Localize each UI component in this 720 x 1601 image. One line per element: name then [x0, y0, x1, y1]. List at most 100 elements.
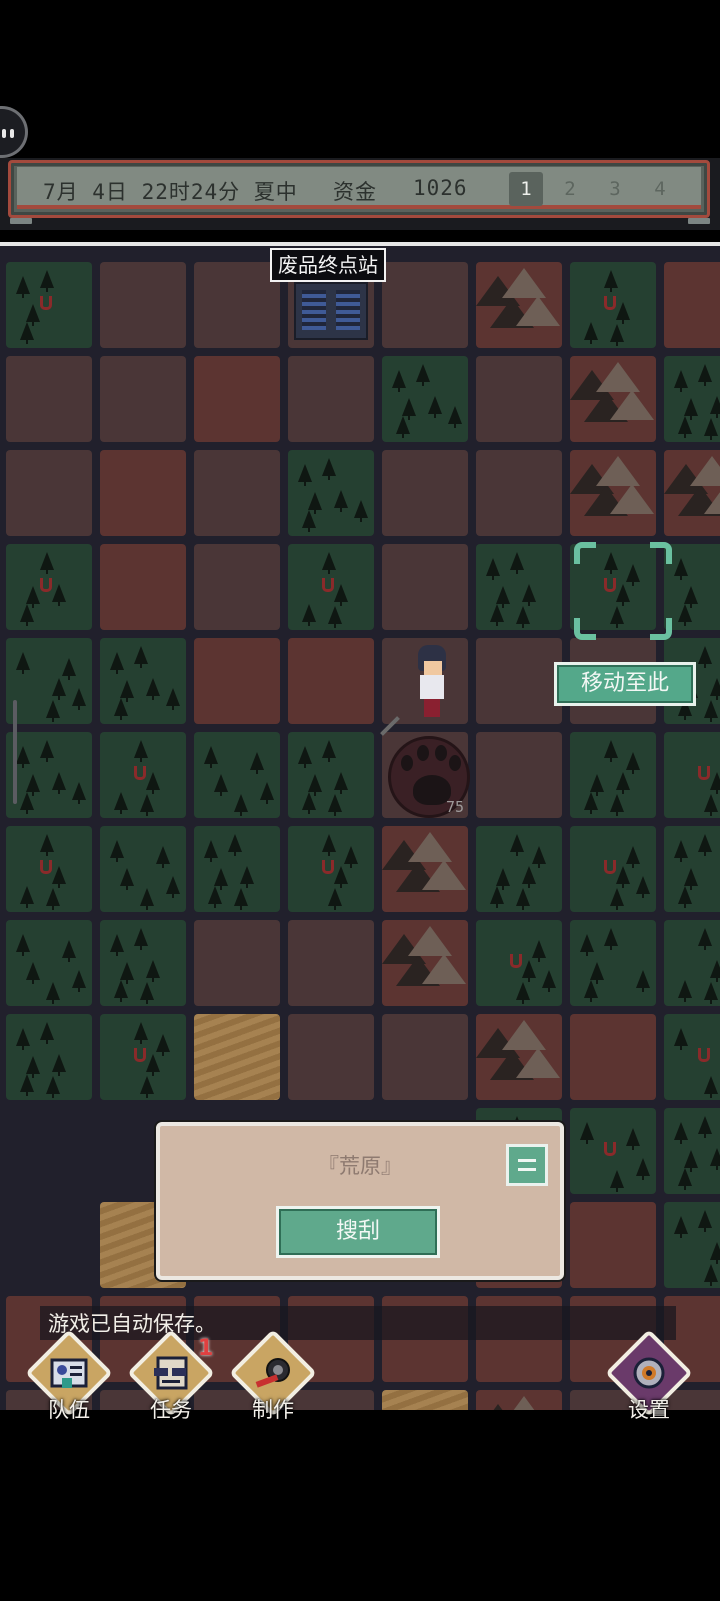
wrench-tire-icon: [255, 1358, 290, 1388]
map-tile[interactable]: [664, 356, 720, 442]
map-tile[interactable]: [570, 732, 656, 818]
map-tile[interactable]: [476, 920, 562, 1006]
map-tile[interactable]: [382, 1014, 468, 1100]
selection-bracket: [574, 618, 596, 640]
game-screen: 7月 4日 22时24分 夏中 资金 1026 1 2 3 4 废品终点站 75 移…: [0, 0, 720, 1601]
map-tile[interactable]: [194, 544, 280, 630]
map-tile[interactable]: [194, 262, 280, 348]
map-tile[interactable]: [100, 920, 186, 1006]
map-tile[interactable]: [194, 1014, 280, 1100]
map-tile[interactable]: [382, 450, 468, 536]
speed-4-button[interactable]: 4: [643, 172, 677, 206]
map-tile[interactable]: [288, 450, 374, 536]
map-tile[interactable]: [664, 262, 720, 348]
map-tile[interactable]: [6, 356, 92, 442]
selection-bracket: [574, 542, 596, 564]
map-tile[interactable]: [100, 356, 186, 442]
map-tile[interactable]: [194, 920, 280, 1006]
map-tile[interactable]: [664, 1202, 720, 1288]
map-tile[interactable]: [288, 356, 374, 442]
map-tile[interactable]: [100, 1014, 186, 1100]
map-tile[interactable]: [570, 920, 656, 1006]
junk-station-icon[interactable]: [294, 282, 368, 340]
selection-bracket: [650, 542, 672, 564]
map-tile[interactable]: [288, 544, 374, 630]
id-card-icon: [50, 1358, 88, 1388]
map-tile[interactable]: [288, 920, 374, 1006]
map-tile[interactable]: [664, 544, 720, 630]
map-tile[interactable]: [288, 638, 374, 724]
map-tile[interactable]: [570, 356, 656, 442]
map-tile[interactable]: [6, 1014, 92, 1100]
move-here-button[interactable]: 移动至此: [554, 662, 696, 706]
menu-icon[interactable]: [506, 1144, 548, 1186]
map-tile[interactable]: [6, 544, 92, 630]
map-tile[interactable]: [6, 262, 92, 348]
map-tile[interactable]: [570, 262, 656, 348]
map-tile[interactable]: [476, 638, 562, 724]
map-tile[interactable]: [664, 450, 720, 536]
speed-1-button[interactable]: 1: [509, 172, 543, 206]
map-tile[interactable]: [664, 920, 720, 1006]
map-tile[interactable]: [382, 262, 468, 348]
map-tile[interactable]: [288, 1014, 374, 1100]
gear-icon: [633, 1357, 665, 1389]
map-tile[interactable]: [288, 732, 374, 818]
map-tile[interactable]: [664, 1108, 720, 1194]
quest-notification-badge: 1: [198, 1336, 214, 1361]
map-tile[interactable]: [570, 450, 656, 536]
map-tile[interactable]: [476, 356, 562, 442]
map-tile[interactable]: [476, 1390, 562, 1410]
map-tile[interactable]: [664, 732, 720, 818]
scavenge-button[interactable]: 搜刮: [276, 1206, 440, 1258]
team-button[interactable]: 队伍: [20, 1329, 118, 1428]
map-tile[interactable]: [570, 1014, 656, 1100]
map-tile[interactable]: [382, 920, 468, 1006]
map-tile[interactable]: [194, 732, 280, 818]
map-tile[interactable]: [194, 356, 280, 442]
quest-board-icon: [154, 1356, 188, 1390]
map-tile[interactable]: [570, 1202, 656, 1288]
map-tile[interactable]: [100, 732, 186, 818]
map-tile[interactable]: [476, 262, 562, 348]
map-tile[interactable]: [382, 544, 468, 630]
map-tile[interactable]: [476, 826, 562, 912]
map-tile[interactable]: [476, 450, 562, 536]
map-tile[interactable]: [194, 638, 280, 724]
location-label: 废品终点站: [270, 248, 386, 282]
map-tile[interactable]: [476, 544, 562, 630]
speed-2-button[interactable]: 2: [553, 172, 587, 206]
settings-button[interactable]: 设置: [600, 1329, 698, 1428]
map-tile[interactable]: [194, 826, 280, 912]
map-tile[interactable]: [288, 826, 374, 912]
map-tile[interactable]: [194, 450, 280, 536]
map-tile[interactable]: [6, 732, 92, 818]
speed-3-button[interactable]: 3: [598, 172, 632, 206]
map-tile[interactable]: [476, 732, 562, 818]
map-tile[interactable]: [382, 826, 468, 912]
map-tile[interactable]: [100, 450, 186, 536]
date-time: 7月 4日 22时24分 夏中: [43, 180, 298, 204]
map-tile[interactable]: [570, 1108, 656, 1194]
enemy-level: 75: [446, 798, 465, 816]
craft-button[interactable]: 制作: [224, 1329, 322, 1428]
map-tile[interactable]: [664, 1014, 720, 1100]
status-panel: 7月 4日 22时24分 夏中 资金 1026 1 2 3 4: [8, 160, 710, 218]
chat-bubble-icon[interactable]: [0, 106, 28, 158]
map-tile[interactable]: [6, 638, 92, 724]
map-tile[interactable]: [382, 356, 468, 442]
map-tile[interactable]: [6, 826, 92, 912]
map-tile[interactable]: [382, 1390, 468, 1410]
map-tile[interactable]: [100, 544, 186, 630]
map-tile[interactable]: [100, 262, 186, 348]
world-map[interactable]: 废品终点站 75 移动至此『荒原』搜刮: [0, 246, 720, 1410]
map-tile[interactable]: [6, 450, 92, 536]
map-tile[interactable]: [476, 1014, 562, 1100]
map-tile[interactable]: [100, 826, 186, 912]
terrain-name: 『荒原』: [318, 1154, 402, 1178]
map-tile[interactable]: [664, 826, 720, 912]
map-scrollbar[interactable]: [13, 700, 17, 804]
map-tile[interactable]: [6, 920, 92, 1006]
map-tile[interactable]: [100, 638, 186, 724]
map-tile[interactable]: [570, 826, 656, 912]
